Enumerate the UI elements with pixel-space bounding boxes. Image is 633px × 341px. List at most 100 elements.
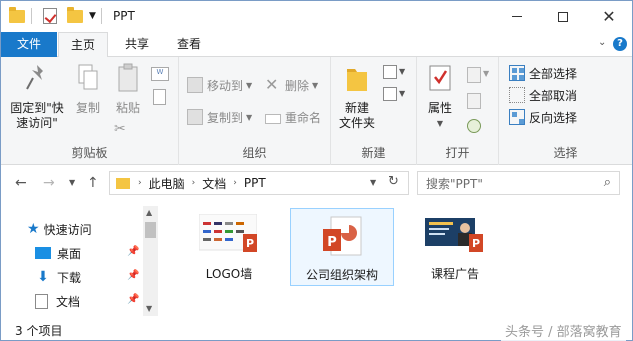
select-group-label: 选择: [553, 146, 578, 160]
refresh-icon[interactable]: ↻: [388, 174, 399, 189]
copy-path-icon[interactable]: W: [151, 67, 169, 81]
explorer-window: ▼ PPT ✕ 文件 主页 共享 查看 ⌄ ? 固定到"快速访问" 复制 粘贴 …: [0, 0, 633, 341]
move-to-button[interactable]: 移动到 ▼: [187, 75, 252, 95]
copy-button[interactable]: 复制: [71, 63, 105, 116]
clipboard-icon: [118, 63, 138, 92]
invert-selection-icon: [509, 109, 525, 125]
nav-item-desktop[interactable]: 桌面: [35, 242, 81, 264]
properties-button[interactable]: 属性 ▼: [423, 63, 457, 131]
cut-icon[interactable]: ✂: [114, 121, 126, 137]
ppt-file-icon: P: [323, 216, 362, 256]
file-name: LOGO墙: [205, 267, 253, 281]
history-icon[interactable]: [467, 119, 481, 133]
tab-file[interactable]: 文件: [1, 32, 57, 57]
delete-icon: ✕: [265, 75, 279, 94]
scroll-down-icon[interactable]: ▼: [146, 304, 152, 313]
paste-button[interactable]: 粘贴: [111, 63, 145, 116]
invert-selection-button[interactable]: 反向选择: [509, 107, 577, 127]
clipboard-group-label: 剪贴板: [71, 146, 108, 160]
easy-access-dropdown-icon[interactable]: ▼: [399, 89, 405, 98]
desktop-icon: [35, 247, 51, 259]
search-icon: ⌕: [603, 175, 611, 190]
ribbon: 固定到"快速访问" 复制 粘贴 ✂ W 剪贴板 移动到 ▼ 复制到 ▼ ✕ 删除…: [1, 57, 632, 165]
pin-icon: 📌: [127, 294, 140, 305]
open-dropdown-icon[interactable]: ▼: [483, 69, 489, 78]
customize-quick-access-icon[interactable]: ▼: [89, 7, 96, 25]
pin-icon: [26, 65, 43, 90]
select-all-icon: [509, 65, 525, 81]
file-name: 课程广告: [430, 267, 479, 281]
tab-home[interactable]: 主页: [58, 32, 108, 58]
copy-to-button[interactable]: 复制到 ▼: [187, 107, 252, 127]
open-group: 属性 ▼ ▼ 打开: [417, 57, 499, 165]
delete-button[interactable]: ✕ 删除 ▼: [265, 75, 318, 95]
ppt-thumbnail-icon: P: [199, 214, 257, 252]
title-bar: ▼ PPT ✕: [1, 1, 632, 32]
breadcrumb-documents[interactable]: 文档: [202, 175, 226, 192]
up-arrow-icon[interactable]: ↑: [87, 175, 99, 191]
separator: [31, 7, 32, 25]
file-item[interactable]: P 公司组织架构: [290, 208, 394, 286]
tab-view[interactable]: 查看: [164, 32, 214, 57]
properties-quick-icon[interactable]: [43, 7, 57, 25]
folder-icon: [116, 177, 130, 189]
pin-icon: 📌: [127, 270, 140, 281]
select-group: 全部选择 全部取消 反向选择 选择: [499, 57, 632, 165]
breadcrumb-this-pc[interactable]: 此电脑: [149, 175, 185, 192]
watermark: 头条号 / 部落窝教育: [501, 320, 626, 341]
new-group: 新建 文件夹 ▼ ▼ 新建: [331, 57, 417, 165]
window-title: PPT: [113, 9, 135, 23]
search-input[interactable]: 搜索"PPT" ⌕: [417, 171, 620, 195]
close-button[interactable]: ✕: [586, 1, 632, 32]
expand-ribbon-icon[interactable]: ⌄: [598, 37, 606, 48]
nav-item-quick-access[interactable]: ★ 快速访问: [27, 218, 92, 240]
maximize-button[interactable]: [540, 1, 586, 32]
status-bar: 3 个项目 头条号 / 部落窝教育: [1, 318, 632, 341]
forward-arrow-icon[interactable]: →: [43, 175, 55, 191]
copy-to-icon: [187, 109, 203, 125]
minimize-button[interactable]: [494, 1, 540, 32]
nav-scrollbar[interactable]: ▲ ▼: [143, 206, 158, 316]
new-item-icon[interactable]: [383, 65, 397, 79]
breadcrumb-ppt[interactable]: PPT: [244, 176, 266, 190]
tab-share[interactable]: 共享: [112, 32, 162, 57]
open-icon[interactable]: [467, 67, 481, 83]
new-folder-quick-icon[interactable]: [67, 6, 83, 25]
separator: [101, 7, 102, 25]
address-dropdown-icon[interactable]: ▼: [370, 178, 376, 187]
organize-group: 移动到 ▼ 复制到 ▼ ✕ 删除 ▼ 重命名 组织: [179, 57, 331, 165]
back-arrow-icon[interactable]: ←: [15, 175, 27, 191]
ribbon-tabs: 文件 主页 共享 查看 ⌄ ?: [1, 32, 632, 58]
pin-quick-access-button[interactable]: 固定到"快速访问": [7, 63, 67, 131]
select-none-button[interactable]: 全部取消: [509, 85, 577, 105]
open-group-label: 打开: [445, 146, 470, 160]
download-icon: ⬇: [37, 269, 49, 285]
file-list: P LOGO墙 P 公司组织架构 P 课程广告: [161, 206, 632, 316]
rename-button[interactable]: 重命名: [265, 107, 321, 127]
paste-shortcut-icon[interactable]: [153, 89, 166, 105]
scroll-thumb[interactable]: [145, 222, 156, 238]
file-item[interactable]: P LOGO墙: [177, 208, 281, 286]
documents-icon: [35, 293, 48, 309]
select-all-button[interactable]: 全部选择: [509, 63, 577, 83]
recent-locations-icon[interactable]: ▼: [69, 178, 75, 187]
scroll-up-icon[interactable]: ▲: [146, 208, 152, 217]
svg-text:P: P: [327, 235, 337, 250]
nav-item-downloads[interactable]: ⬇ 下载: [35, 266, 81, 288]
svg-text:P: P: [472, 237, 480, 250]
properties-icon: [429, 65, 451, 91]
chevron-right-icon: ›: [191, 178, 196, 188]
help-icon[interactable]: ?: [613, 37, 627, 51]
new-item-dropdown-icon[interactable]: ▼: [399, 67, 405, 76]
chevron-right-icon: ›: [233, 178, 237, 188]
edit-icon[interactable]: [467, 93, 481, 109]
nav-item-documents[interactable]: 文档: [35, 290, 80, 312]
rename-icon: [265, 113, 281, 124]
new-folder-button[interactable]: 新建 文件夹: [335, 63, 379, 131]
navigation-pane: ★ 快速访问 桌面 📌 ⬇ 下载 📌 文档 📌 ▲ ▼: [1, 206, 158, 316]
easy-access-icon[interactable]: [383, 87, 397, 101]
new-folder-icon: [347, 69, 367, 91]
address-bar[interactable]: › 此电脑 › 文档 › PPT ▼ ↻: [109, 171, 409, 195]
organize-group-label: 组织: [242, 146, 267, 160]
file-item[interactable]: P 课程广告: [403, 208, 507, 286]
